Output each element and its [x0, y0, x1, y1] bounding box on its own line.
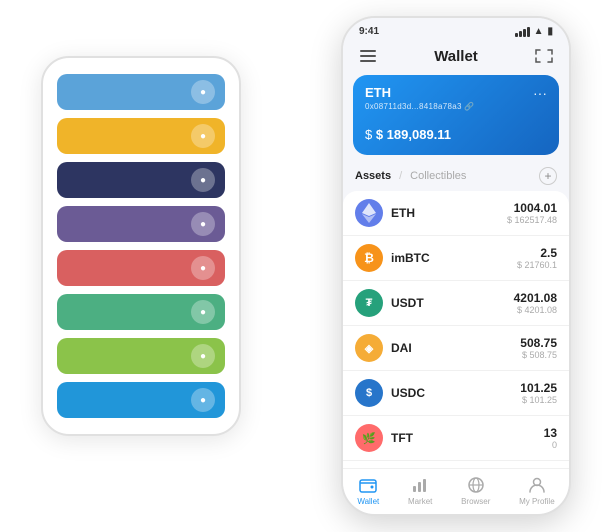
- profile-nav-label: My Profile: [519, 497, 555, 506]
- tft-usd: 0: [544, 440, 557, 450]
- bg-card-7-icon: ●: [191, 344, 215, 368]
- dai-logo: ◈: [355, 334, 383, 362]
- tft-amounts: 13 0: [544, 426, 557, 450]
- bottom-nav: Wallet Market: [343, 468, 569, 514]
- tab-collectibles[interactable]: Collectibles: [410, 170, 466, 182]
- status-bar: 9:41 ▲ ▮: [343, 18, 569, 41]
- imbtc-amounts: 2.5 $ 21760.1: [517, 246, 557, 270]
- wallet-nav-icon: [358, 475, 378, 495]
- usdc-name: USDC: [391, 386, 520, 400]
- wallet-nav-label: Wallet: [357, 497, 379, 506]
- eth-logo: [355, 199, 383, 227]
- tab-divider: /: [399, 170, 402, 182]
- eth-name: ETH: [391, 206, 507, 220]
- imbtc-amount: 2.5: [517, 246, 557, 260]
- bg-card-7[interactable]: ●: [57, 338, 225, 374]
- eth-card[interactable]: ETH 0x08711d3d...8418a78a3 🔗 $ $ 189,089…: [353, 75, 559, 155]
- token-item-usdt[interactable]: ₮ USDT 4201.08 $ 4201.08: [343, 281, 569, 326]
- top-nav: Wallet: [343, 41, 569, 75]
- usdt-logo: ₮: [355, 289, 383, 317]
- bg-card-1-icon: ●: [191, 80, 215, 104]
- bg-card-4-icon: ●: [191, 212, 215, 236]
- eth-amount: 1004.01: [507, 201, 557, 215]
- browser-nav-icon: [466, 475, 486, 495]
- market-nav-icon: [410, 475, 430, 495]
- token-item-tft[interactable]: 🌿 TFT 13 0: [343, 416, 569, 461]
- usdc-usd: $ 101.25: [520, 395, 557, 405]
- imbtc-logo: ₿: [355, 244, 383, 272]
- bg-card-1[interactable]: ●: [57, 74, 225, 110]
- market-nav-label: Market: [408, 497, 432, 506]
- eth-card-address: 0x08711d3d...8418a78a3 🔗: [365, 102, 547, 111]
- status-time: 9:41: [359, 26, 379, 37]
- background-phone: ● ● ● ● ● ● ● ●: [41, 56, 241, 436]
- foreground-phone: 9:41 ▲ ▮: [341, 16, 571, 516]
- bg-card-3[interactable]: ●: [57, 162, 225, 198]
- bg-card-8[interactable]: ●: [57, 382, 225, 418]
- usdt-amount: 4201.08: [514, 291, 557, 305]
- menu-icon[interactable]: [357, 45, 379, 67]
- eth-amounts: 1004.01 $ 162517.48: [507, 201, 557, 225]
- wifi-icon: ▲: [534, 26, 544, 37]
- battery-icon: ▮: [547, 26, 553, 37]
- bg-card-5[interactable]: ●: [57, 250, 225, 286]
- bg-card-3-icon: ●: [191, 168, 215, 192]
- bg-card-4[interactable]: ●: [57, 206, 225, 242]
- scene: ● ● ● ● ● ● ● ● 9:41: [21, 16, 581, 516]
- status-icons: ▲ ▮: [515, 26, 553, 37]
- usdt-usd: $ 4201.08: [514, 305, 557, 315]
- browser-nav-label: Browser: [461, 497, 490, 506]
- bg-card-5-icon: ●: [191, 256, 215, 280]
- dai-amount: 508.75: [520, 336, 557, 350]
- token-list: ETH 1004.01 $ 162517.48 ₿ imBTC 2.5 $ 21…: [343, 191, 569, 468]
- eth-card-amount: $ $ 189,089.11: [365, 119, 547, 145]
- profile-nav-icon: [527, 475, 547, 495]
- dai-usd: $ 508.75: [520, 350, 557, 360]
- token-item-eth[interactable]: ETH 1004.01 $ 162517.48: [343, 191, 569, 236]
- token-item-imbtc[interactable]: ₿ imBTC 2.5 $ 21760.1: [343, 236, 569, 281]
- usdt-amounts: 4201.08 $ 4201.08: [514, 291, 557, 315]
- nav-profile[interactable]: My Profile: [519, 475, 555, 506]
- nav-wallet[interactable]: Wallet: [357, 475, 379, 506]
- bg-card-6[interactable]: ●: [57, 294, 225, 330]
- bg-card-2[interactable]: ●: [57, 118, 225, 154]
- add-asset-button[interactable]: +: [539, 167, 557, 185]
- tab-assets[interactable]: Assets: [355, 170, 391, 182]
- nav-market[interactable]: Market: [408, 475, 432, 506]
- dai-name: DAI: [391, 341, 520, 355]
- eth-card-currency-symbol: $: [365, 127, 376, 142]
- nav-browser[interactable]: Browser: [461, 475, 490, 506]
- token-item-dai[interactable]: ◈ DAI 508.75 $ 508.75: [343, 326, 569, 371]
- usdc-amount: 101.25: [520, 381, 557, 395]
- page-title: Wallet: [434, 48, 478, 65]
- eth-card-title: ETH: [365, 85, 547, 100]
- tft-name: TFT: [391, 431, 544, 445]
- bg-card-6-icon: ●: [191, 300, 215, 324]
- usdt-name: USDT: [391, 296, 514, 310]
- token-item-usdc[interactable]: $ USDC 101.25 $ 101.25: [343, 371, 569, 416]
- assets-header: Assets / Collectibles +: [343, 163, 569, 191]
- eth-card-menu[interactable]: ···: [533, 85, 547, 101]
- imbtc-name: imBTC: [391, 251, 517, 265]
- usdc-amounts: 101.25 $ 101.25: [520, 381, 557, 405]
- eth-usd: $ 162517.48: [507, 215, 557, 225]
- expand-icon[interactable]: [533, 45, 555, 67]
- bg-card-2-icon: ●: [191, 124, 215, 148]
- dai-amounts: 508.75 $ 508.75: [520, 336, 557, 360]
- assets-tabs: Assets / Collectibles: [355, 170, 466, 182]
- tft-amount: 13: [544, 426, 557, 440]
- imbtc-usd: $ 21760.1: [517, 260, 557, 270]
- signal-icon: [515, 27, 530, 37]
- usdc-logo: $: [355, 379, 383, 407]
- tft-logo: 🌿: [355, 424, 383, 452]
- bg-card-8-icon: ●: [191, 388, 215, 412]
